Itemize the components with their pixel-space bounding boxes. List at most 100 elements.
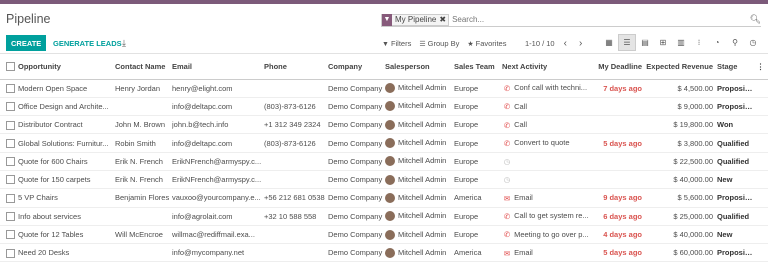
table-row[interactable]: 5 VP Chairs Benjamin Flores vauxoo@yourcom…: [0, 188, 768, 208]
salesperson-name: Mitchell Admin: [398, 229, 447, 239]
calendar-view-button[interactable]: ▤: [636, 34, 654, 51]
phone-icon[interactable]: ✆: [502, 84, 512, 93]
team-cell: Europe: [454, 170, 502, 190]
map-view-button[interactable]: ⚲: [726, 34, 744, 51]
dashboard-view-button[interactable]: ◔: [708, 34, 726, 51]
activity-view-button[interactable]: ◷: [744, 34, 762, 51]
email-cell: vauxoo@yourcompany.e...: [172, 188, 264, 208]
column-header[interactable]: Salesperson: [385, 54, 454, 80]
row-checkbox[interactable]: [0, 207, 18, 226]
pager-previous-icon[interactable]: ‹: [561, 38, 570, 49]
download-icon[interactable]: ⤓: [122, 35, 126, 51]
envelope-icon[interactable]: ✉: [502, 249, 512, 258]
search-facet-label: My Pipeline: [395, 15, 437, 24]
opportunity-cell: Quote for 12 Tables: [18, 225, 115, 245]
company-cell: Demo Company: [328, 133, 385, 153]
next-activity-cell[interactable]: ✆ Convert to quote: [502, 133, 594, 153]
search-input[interactable]: [452, 15, 750, 24]
list-view-button[interactable]: ☰: [618, 34, 636, 51]
column-header[interactable]: Opportunity: [18, 54, 115, 80]
next-activity-cell[interactable]: ✆ Meeting to go over p...: [502, 225, 594, 245]
expected-revenue-cell: $ 40,000.00: [646, 170, 717, 190]
next-activity-cell[interactable]: ✆ Conf call with techni...: [502, 79, 594, 98]
generate-leads-button[interactable]: GENERATE LEADS: [51, 35, 124, 51]
salesperson-name: Mitchell Admin: [398, 138, 447, 148]
opportunity-cell: Global Solutions: Furnitur...: [18, 133, 115, 153]
kanban-view-button[interactable]: ▦: [600, 34, 618, 51]
pivot-view-button[interactable]: ⊞: [654, 34, 672, 51]
row-checkbox[interactable]: [0, 115, 18, 135]
table-row[interactable]: Quote for 150 carpets Erik N. French ErikN…: [0, 170, 768, 190]
stage-cell: New: [717, 225, 753, 245]
column-header[interactable]: Phone: [264, 54, 328, 80]
pager-value[interactable]: 1-10 / 10: [525, 39, 555, 48]
next-activity-cell[interactable]: ✆ Call to get system re...: [502, 207, 594, 226]
select-all-checkbox[interactable]: [0, 54, 18, 80]
phone-icon[interactable]: ✆: [502, 139, 512, 148]
row-checkbox[interactable]: [0, 170, 18, 190]
table-row[interactable]: Modern Open Space Henry Jordan henry@eligh…: [0, 79, 768, 98]
next-activity-cell[interactable]: ◷: [502, 170, 594, 190]
phone-icon[interactable]: ✆: [502, 212, 512, 221]
remove-facet-icon[interactable]: ✖: [439, 15, 448, 24]
stage-cell: Proposition: [717, 97, 753, 117]
row-checkbox[interactable]: [0, 79, 18, 98]
graph-view-button[interactable]: ▥: [672, 34, 690, 51]
next-activity-cell[interactable]: ✉ Email: [502, 188, 594, 208]
next-activity-cell[interactable]: ◷: [502, 152, 594, 171]
search-bar: ▼ My Pipeline ✖ 🔍︎: [381, 13, 761, 27]
column-header[interactable]: Email: [172, 54, 264, 80]
table-row[interactable]: Global Solutions: Furnitur... Robin Smith…: [0, 133, 768, 153]
company-cell: Demo Company: [328, 170, 385, 190]
phone-cell: (803)-873-6126: [264, 133, 328, 153]
company-cell: Demo Company: [328, 207, 385, 226]
row-checkbox[interactable]: [0, 97, 18, 117]
phone-icon[interactable]: ✆: [502, 121, 512, 130]
team-cell: Europe: [454, 115, 502, 135]
phone-icon[interactable]: ✆: [502, 230, 512, 239]
column-header[interactable]: Company: [328, 54, 385, 80]
company-cell: Demo Company: [328, 79, 385, 98]
groupby-button[interactable]: ☰ Group By: [419, 39, 459, 48]
clock-icon[interactable]: ◷: [502, 157, 512, 166]
table-row[interactable]: Distributor Contract John M. Brown john.b@…: [0, 115, 768, 135]
column-header[interactable]: Contact Name: [115, 54, 172, 80]
opportunity-cell: Quote for 150 carpets: [18, 170, 115, 190]
expected-revenue-cell: $ 19,800.00: [646, 115, 717, 135]
row-spacer: [753, 115, 768, 135]
pager-next-icon[interactable]: ›: [576, 38, 585, 49]
optional-columns-icon[interactable]: ⋮: [753, 54, 768, 80]
cohort-view-button[interactable]: ⁝: [690, 34, 708, 51]
column-header[interactable]: Sales Team: [454, 54, 502, 80]
filters-button[interactable]: ▼ Filters: [382, 39, 411, 48]
favorites-button[interactable]: ★ Favorites: [467, 39, 506, 48]
phone-icon[interactable]: ✆: [502, 102, 512, 111]
opportunity-cell: Info about services: [18, 207, 115, 226]
create-button[interactable]: CREATE: [6, 35, 47, 51]
table-row[interactable]: Quote for 600 Chairs Erik N. French ErikNF…: [0, 152, 768, 171]
table-row[interactable]: Info about services info@agrolait.com +32 …: [0, 207, 768, 226]
filters-label: Filters: [390, 38, 412, 48]
next-activity-cell[interactable]: ✆ Call: [502, 97, 594, 117]
search-icon[interactable]: 🔍︎: [750, 14, 761, 25]
table-row[interactable]: Office Design and Archite... info@deltapc…: [0, 97, 768, 117]
clock-icon[interactable]: ◷: [502, 175, 512, 184]
column-header[interactable]: Expected Revenue: [646, 54, 717, 80]
row-spacer: [753, 243, 768, 263]
column-header[interactable]: Stage: [717, 54, 753, 80]
next-activity-cell[interactable]: ✆ Call: [502, 115, 594, 135]
row-checkbox[interactable]: [0, 225, 18, 245]
column-header[interactable]: Next Activity: [502, 54, 594, 80]
table-row[interactable]: Need 20 Desks info@mycompany.net Demo Comp…: [0, 243, 768, 263]
envelope-icon[interactable]: ✉: [502, 194, 512, 203]
table-row[interactable]: Quote for 12 Tables Will McEncroe willmac@…: [0, 225, 768, 245]
next-activity-cell[interactable]: ✉ Email: [502, 243, 594, 263]
row-checkbox[interactable]: [0, 133, 18, 153]
column-header[interactable]: My Deadline: [594, 54, 646, 80]
row-checkbox[interactable]: [0, 243, 18, 263]
contact-cell: Erik N. French: [115, 170, 172, 190]
row-checkbox[interactable]: [0, 188, 18, 208]
salesperson-name: Mitchell Admin: [398, 192, 447, 202]
row-checkbox[interactable]: [0, 152, 18, 171]
salesperson-cell: Mitchell Admin: [385, 170, 454, 190]
